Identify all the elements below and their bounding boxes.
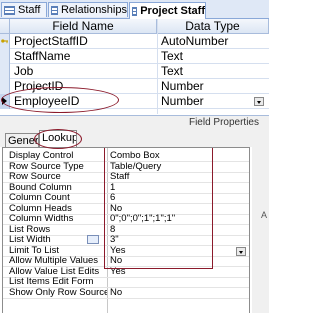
tab-project-staff[interactable]: Project Staff [129, 2, 206, 19]
primary-key-icon [1, 39, 8, 44]
row-selector[interactable] [0, 49, 10, 64]
field-row[interactable]: Job Text [0, 64, 269, 79]
field-row[interactable]: StaffName Text [0, 49, 269, 64]
property-name: Display Control [9, 151, 74, 161]
property-name: Allow Value List Edits [9, 266, 100, 277]
tab-relationships[interactable]: Relationships [48, 2, 128, 17]
builder-icon[interactable] [87, 235, 99, 244]
lookup-property-sheet: Display Control Combo Box Row Source Type T… [2, 147, 250, 313]
row-selector[interactable] [0, 79, 10, 94]
field-row[interactable]: ProjectStaffID AutoNumber [0, 34, 269, 49]
property-value[interactable] [110, 277, 248, 288]
help-pane [252, 147, 269, 313]
row-selector[interactable] [0, 64, 10, 79]
column-divider [157, 19, 158, 114]
field-name-cell[interactable]: ProjectStaffID [14, 34, 88, 49]
property-name: Show Only Row Source V [9, 287, 107, 298]
data-type-cell[interactable]: Number [161, 79, 204, 94]
table-design-icon [132, 6, 138, 16]
row-selector[interactable] [0, 34, 10, 49]
field-design-grid: Field Name Data Type ProjectStaffID Auto… [0, 19, 269, 114]
field-properties-label: Field Properties [188, 117, 259, 128]
property-name: Bound Column [9, 182, 72, 193]
data-type-cell[interactable]: Number [161, 94, 204, 109]
data-type-cell[interactable]: Text [161, 49, 183, 64]
data-type-cell[interactable]: AutoNumber [161, 34, 228, 49]
tab-label: Relationships [60, 4, 127, 16]
data-type-header: Data Type [157, 19, 269, 34]
row-divider [3, 297, 249, 299]
tab-staff[interactable]: Staff [1, 2, 47, 17]
field-properties-bar: Field Properties [0, 115, 269, 130]
tab-label: Staff [18, 4, 41, 16]
field-name-cell[interactable]: StaffName [14, 49, 70, 64]
annotation-ellipse-employeeid [1, 87, 119, 113]
property-name: Limit To List [9, 245, 59, 256]
data-type-dropdown-button[interactable] [254, 97, 264, 106]
property-row[interactable]: Show Only Row Source VNo [3, 287, 249, 299]
property-name: Column Widths [9, 214, 74, 224]
property-value[interactable]: No [110, 288, 248, 299]
table-icon [4, 5, 15, 15]
property-name: List Items Edit Form [9, 277, 94, 287]
relationships-icon [51, 5, 58, 15]
annotation-ellipse-lookup [34, 129, 82, 149]
annotation-box-lookup-values [104, 148, 213, 269]
limit-to-list-dropdown-button[interactable] [236, 246, 246, 256]
property-name: Row Source [9, 172, 61, 182]
property-name: List Rows [9, 224, 51, 235]
property-name: Row Source Type [9, 161, 84, 172]
property-tabs: General Lookup [0, 129, 269, 149]
property-row[interactable]: List Items Edit Form [3, 277, 249, 288]
field-name-cell[interactable]: Job [14, 64, 33, 79]
document-tab-bar: Staff Relationships Project Staff [0, 0, 269, 19]
tab-label: Project Staff [140, 5, 205, 17]
data-type-cell[interactable]: Text [161, 64, 183, 79]
property-name: Column Heads [9, 203, 72, 214]
row-selector-header [0, 19, 10, 34]
property-name: Column Count [9, 193, 70, 203]
property-name: Allow Multiple Values [9, 256, 99, 266]
field-name-header: Field Name [10, 19, 157, 34]
help-text: A [261, 210, 268, 220]
